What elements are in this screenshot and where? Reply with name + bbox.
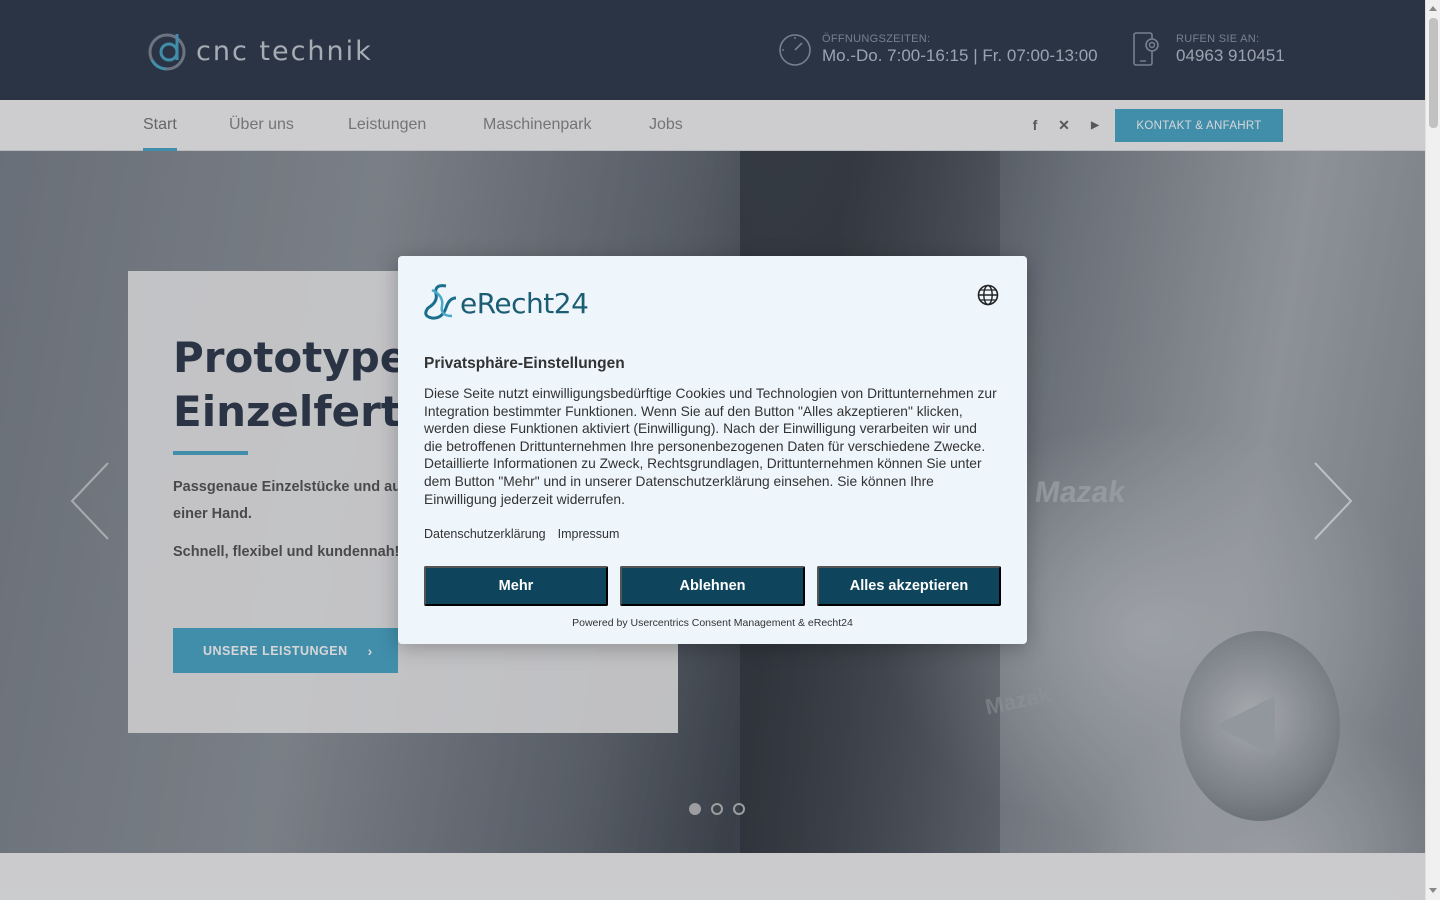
scroll-down-arrow-icon[interactable] bbox=[1429, 888, 1437, 893]
consent-title: Privatsphäre-Einstellungen bbox=[424, 355, 625, 372]
scroll-up-arrow-icon[interactable] bbox=[1429, 6, 1437, 11]
consent-dialog: eRecht24 Privatsphäre-Einstellungen Dies… bbox=[398, 256, 1027, 644]
erecht24-brand-text: eRecht24 bbox=[460, 287, 589, 320]
imprint-link[interactable]: Impressum bbox=[558, 527, 620, 541]
decline-button[interactable]: Ablehnen bbox=[620, 566, 805, 606]
page-scrollbar[interactable] bbox=[1425, 0, 1440, 900]
language-globe-icon[interactable] bbox=[977, 284, 999, 306]
erecht24-symbol-icon bbox=[424, 284, 457, 320]
consent-body-text: Diese Seite nutzt einwilligungsbedürftig… bbox=[424, 386, 997, 507]
accept-all-button[interactable]: Alles akzeptieren bbox=[817, 566, 1001, 606]
erecht24-logo: eRecht24 bbox=[424, 282, 589, 320]
powered-by-text: Powered by Usercentrics Consent Manageme… bbox=[572, 617, 853, 629]
privacy-policy-link[interactable]: Datenschutzerklärung bbox=[424, 527, 546, 541]
consent-links: Datenschutzerklärung Impressum bbox=[424, 527, 619, 541]
more-button[interactable]: Mehr bbox=[424, 566, 608, 606]
scrollbar-thumb[interactable] bbox=[1429, 18, 1438, 128]
